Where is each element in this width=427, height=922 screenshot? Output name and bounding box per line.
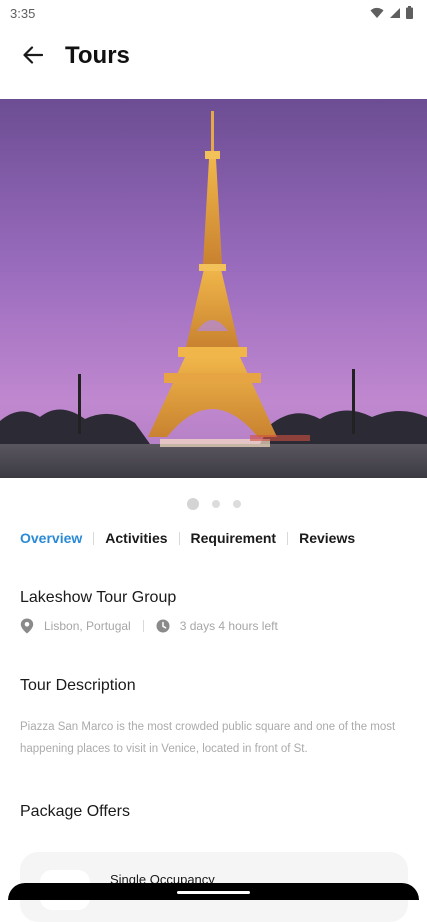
tab-requirement[interactable]: Requirement [191,530,277,546]
back-button[interactable] [18,42,48,72]
meta-divider [142,620,144,632]
app-bar: Tours [0,28,427,90]
tab-divider [287,531,289,545]
clock-icon [156,619,170,633]
tab-activities[interactable]: Activities [105,530,167,546]
tour-time-left: 3 days 4 hours left [179,619,278,633]
page-title: Tours [65,42,130,69]
hero-image[interactable] [0,99,427,478]
tab-divider [178,531,180,545]
description-text: Piazza San Marco is the most crowded pub… [20,721,396,755]
status-time: 3:35 [10,6,36,21]
status-bar: 3:35 [0,0,427,28]
battery-icon [406,6,413,24]
gesture-handle[interactable] [177,891,250,894]
tour-name: Lakeshow Tour Group [20,589,177,606]
tour-meta: Lisbon, Portugal 3 days 4 hours left [20,618,278,634]
tab-reviews[interactable]: Reviews [299,530,355,546]
carousel-dot[interactable] [211,500,220,508]
tour-location: Lisbon, Portugal [44,619,131,633]
carousel-dot[interactable] [186,498,199,510]
eiffel-tower-image [0,99,427,478]
description-title: Tour Description [20,677,136,694]
signal-icon [389,6,401,24]
packages-title: Package Offers [20,803,130,820]
wifi-icon [370,6,384,24]
arrow-left-icon [23,45,44,69]
tab-bar: Overview Activities Requirement Reviews [20,530,355,546]
tab-overview[interactable]: Overview [20,530,82,546]
tab-divider [93,531,95,545]
carousel-dot[interactable] [232,500,241,508]
carousel-indicator [0,498,427,510]
status-icons [370,6,413,24]
map-pin-icon [20,618,34,634]
